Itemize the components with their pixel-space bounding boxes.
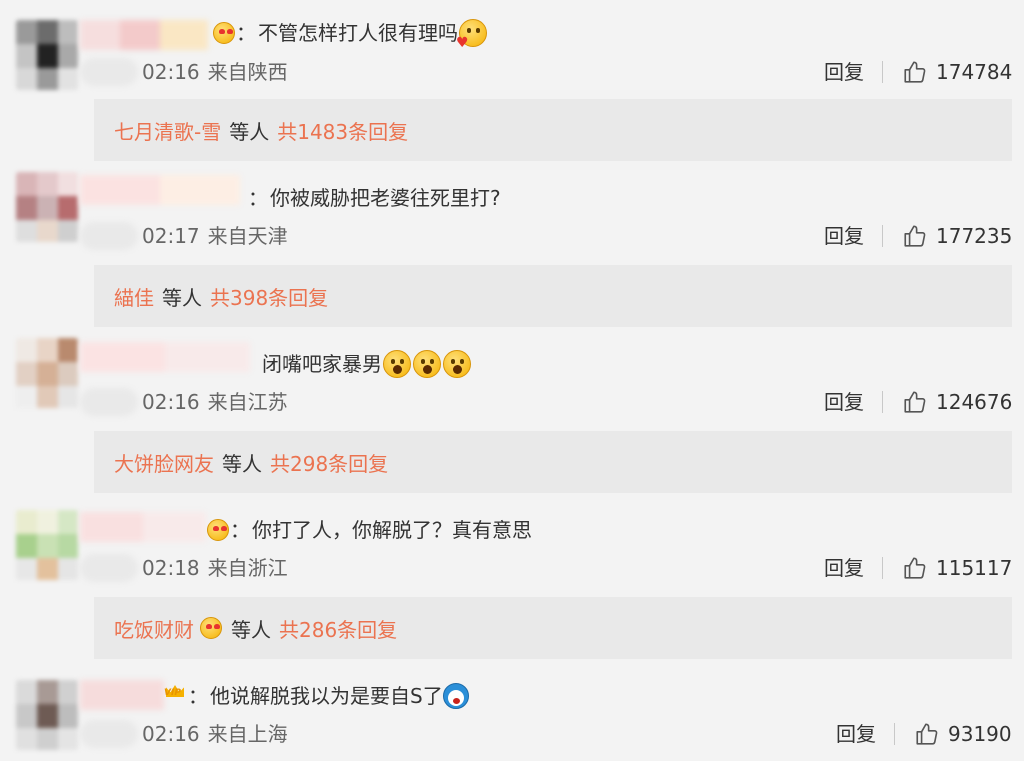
comment-text: 闭嘴吧家暴男 xyxy=(262,352,382,376)
meta-redacted xyxy=(80,222,138,250)
reply-users[interactable]: 七月清歌-雪 xyxy=(114,116,221,145)
avatar[interactable] xyxy=(16,20,78,90)
divider xyxy=(882,557,883,579)
like-count: 115117 xyxy=(936,556,1013,580)
comment-text-line: 闭嘴吧家暴男 xyxy=(262,350,472,378)
comment-text-line: ： 你被威胁把老婆往死里打? xyxy=(248,184,501,212)
comment-location: 来自浙江 xyxy=(207,556,288,580)
shocked-emoji-icon xyxy=(413,350,441,378)
like-button[interactable]: 115117 xyxy=(902,554,1012,582)
comment-text: 你被威胁把老婆往死里打? xyxy=(270,186,501,210)
comment-time: 02:16 xyxy=(142,722,200,746)
divider xyxy=(894,723,895,745)
like-button[interactable]: 177235 xyxy=(902,222,1012,250)
comment-text-line: ： 你打了人，你解脱了？真有意思 xyxy=(206,516,532,544)
like-count: 174784 xyxy=(936,60,1013,84)
thumbs-up-icon xyxy=(916,723,938,745)
meta-redacted xyxy=(80,388,138,416)
avatar[interactable] xyxy=(16,338,78,408)
divider xyxy=(882,61,883,83)
reply-summary[interactable]: 緢佳 等人 共398条回复 xyxy=(94,265,1012,327)
colon: ： xyxy=(236,21,256,45)
avatar[interactable] xyxy=(16,680,78,750)
comment-location: 来自陕西 xyxy=(207,60,288,84)
thumbs-up-icon xyxy=(904,225,926,247)
shocked-emoji-icon xyxy=(443,350,471,378)
like-count: 124676 xyxy=(936,390,1013,414)
love-emoji-icon xyxy=(456,19,487,50)
reply-etc: 等人 xyxy=(222,451,262,476)
reply-users[interactable]: 大饼脸网友 xyxy=(114,448,214,477)
comment-location: 来自天津 xyxy=(207,224,288,248)
comment-text: 他说解脱我以为是要自S了 xyxy=(210,684,443,708)
meta-redacted xyxy=(80,58,138,86)
comment-meta: 02:16 来自陕西 xyxy=(142,58,288,86)
reply-users[interactable]: 緢佳 xyxy=(114,282,154,311)
comment-meta: 02:16 来自上海 xyxy=(142,720,288,748)
like-count: 93190 xyxy=(948,722,1012,746)
comment-item: ： 你打了人，你解脱了？真有意思 02:18 来自浙江 回复 115117 吃饭财… xyxy=(0,498,1024,664)
heart-eyes-emoji-icon xyxy=(207,519,229,541)
reply-total-link[interactable]: 共1483条回复 xyxy=(277,116,408,145)
username-redacted[interactable] xyxy=(80,342,250,372)
reply-button[interactable]: 回复 xyxy=(836,720,876,748)
reply-etc: 等人 xyxy=(229,119,270,144)
colon: ： xyxy=(230,518,250,542)
comment-time: 02:16 xyxy=(142,60,200,84)
reply-etc: 等人 xyxy=(162,285,202,310)
username-redacted[interactable] xyxy=(80,175,240,205)
comment-text: 不管怎样打人很有理吗 xyxy=(258,21,458,45)
comment-item: VIP ： 他说解脱我以为是要自S了 02:16 来自上海 回复 93190 xyxy=(0,664,1024,761)
reply-total-link[interactable]: 共286条回复 xyxy=(279,614,397,643)
thumbs-up-icon xyxy=(904,61,926,83)
vip-crown-icon: VIP xyxy=(164,685,188,707)
reply-users[interactable]: 吃饭财财 xyxy=(114,614,194,643)
divider xyxy=(882,225,883,247)
reply-summary[interactable]: 大饼脸网友 等人 共298条回复 xyxy=(94,431,1012,493)
comment-text: 你打了人，你解脱了？真有意思 xyxy=(252,518,532,542)
thumbs-up-icon xyxy=(904,557,926,579)
reply-total-link[interactable]: 共398条回复 xyxy=(210,282,328,311)
comment-time: 02:17 xyxy=(142,224,200,248)
avatar[interactable] xyxy=(16,510,78,580)
comment-meta: 02:18 来自浙江 xyxy=(142,554,288,582)
reply-button[interactable]: 回复 xyxy=(824,222,864,250)
like-count: 177235 xyxy=(936,224,1013,248)
reply-button[interactable]: 回复 xyxy=(824,58,864,86)
divider xyxy=(882,391,883,413)
comment-time: 02:16 xyxy=(142,390,200,414)
like-button[interactable]: 124676 xyxy=(902,388,1012,416)
reply-etc: 等人 xyxy=(231,617,271,642)
username-redacted[interactable] xyxy=(80,680,164,710)
comment-item: ： 你被威胁把老婆往死里打? 02:17 来自天津 回复 177235 緢佳 等人… xyxy=(0,166,1024,332)
comment-time: 02:18 xyxy=(142,556,200,580)
reply-summary[interactable]: 吃饭财财 等人 共286条回复 xyxy=(94,597,1012,659)
comment-item: 闭嘴吧家暴男 02:16 来自江苏 回复 124676 大饼脸网友 等人 共298… xyxy=(0,332,1024,498)
colon: ： xyxy=(248,186,268,210)
comment-location: 来自江苏 xyxy=(207,390,288,414)
username-redacted[interactable] xyxy=(80,20,208,50)
comment-meta: 02:17 来自天津 xyxy=(142,222,288,250)
reply-button[interactable]: 回复 xyxy=(824,554,864,582)
comment-meta: 02:16 来自江苏 xyxy=(142,388,288,416)
meta-redacted xyxy=(80,554,138,582)
colon: ： xyxy=(188,684,208,708)
heart-eyes-emoji-icon xyxy=(213,22,235,44)
username-redacted[interactable] xyxy=(80,512,206,542)
comment-text-line: ： 不管怎样打人很有理吗 xyxy=(212,19,488,50)
heart-eyes-emoji-icon xyxy=(200,617,222,639)
reply-button[interactable]: 回复 xyxy=(824,388,864,416)
like-button[interactable]: 93190 xyxy=(914,720,1012,748)
avatar[interactable] xyxy=(16,172,78,242)
comment-item: ： 不管怎样打人很有理吗 02:16 来自陕西 回复 174784 七月清歌-雪 … xyxy=(0,0,1024,166)
reply-total-link[interactable]: 共298条回复 xyxy=(270,448,388,477)
meta-redacted xyxy=(80,720,138,748)
doraemon-emoji-icon xyxy=(442,683,469,709)
reply-summary[interactable]: 七月清歌-雪 等人 共1483条回复 xyxy=(94,99,1012,161)
comment-text-line: VIP ： 他说解脱我以为是要自S了 xyxy=(164,682,469,710)
comment-location: 来自上海 xyxy=(207,722,288,746)
thumbs-up-icon xyxy=(904,391,926,413)
shocked-emoji-icon xyxy=(383,350,411,378)
like-button[interactable]: 174784 xyxy=(902,58,1012,86)
